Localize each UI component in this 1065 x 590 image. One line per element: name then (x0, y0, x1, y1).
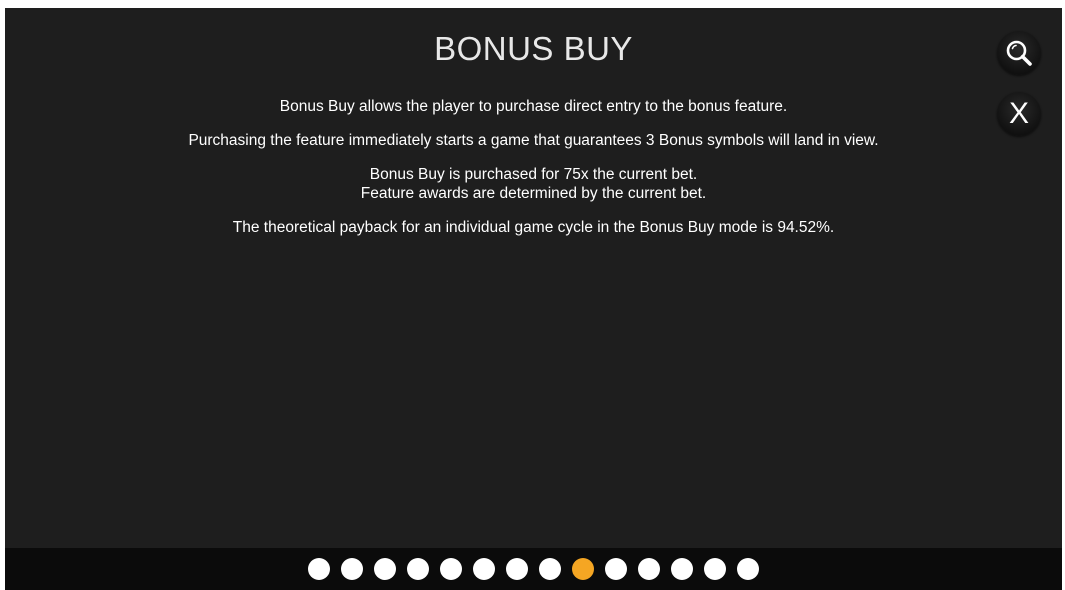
page-dot-2[interactable] (341, 558, 363, 580)
help-content: Bonus Buy allows the player to purchase … (5, 97, 1062, 252)
page-dot-12[interactable] (671, 558, 693, 580)
page-dot-11[interactable] (638, 558, 660, 580)
paragraph-line: The theoretical payback for an individua… (232, 219, 835, 236)
page-dot-8[interactable] (539, 558, 561, 580)
page-dot-1[interactable] (308, 558, 330, 580)
paragraph-line: Purchasing the feature immediately start… (188, 132, 879, 149)
help-screen: BONUS BUY Bonus Buy allows the player to… (5, 8, 1062, 590)
page-dot-4[interactable] (407, 558, 429, 580)
page-dot-14[interactable] (737, 558, 759, 580)
search-button[interactable] (997, 31, 1041, 75)
page-dots (5, 548, 1062, 590)
page-dot-3[interactable] (374, 558, 396, 580)
paragraph-line: Bonus Buy allows the player to purchase … (279, 98, 788, 115)
page-dot-7[interactable] (506, 558, 528, 580)
magnifier-icon (1006, 40, 1032, 66)
paragraph-3: Bonus Buy is purchased for 75x the curre… (5, 165, 1062, 203)
paragraph-4: The theoretical payback for an individua… (5, 218, 1062, 237)
pagination-bar (5, 548, 1062, 590)
close-button[interactable]: X (997, 92, 1041, 136)
page-dot-10[interactable] (605, 558, 627, 580)
paragraph-line: Bonus Buy is purchased for 75x the curre… (369, 166, 698, 183)
paragraph-1: Bonus Buy allows the player to purchase … (5, 97, 1062, 116)
page-dot-5[interactable] (440, 558, 462, 580)
page-dot-9[interactable] (572, 558, 594, 580)
page-dot-13[interactable] (704, 558, 726, 580)
page-title: BONUS BUY (434, 30, 633, 67)
paragraph-2: Purchasing the feature immediately start… (5, 131, 1062, 150)
close-icon: X (1008, 97, 1029, 130)
page-dot-6[interactable] (473, 558, 495, 580)
paragraph-line: Feature awards are determined by the cur… (360, 185, 707, 202)
